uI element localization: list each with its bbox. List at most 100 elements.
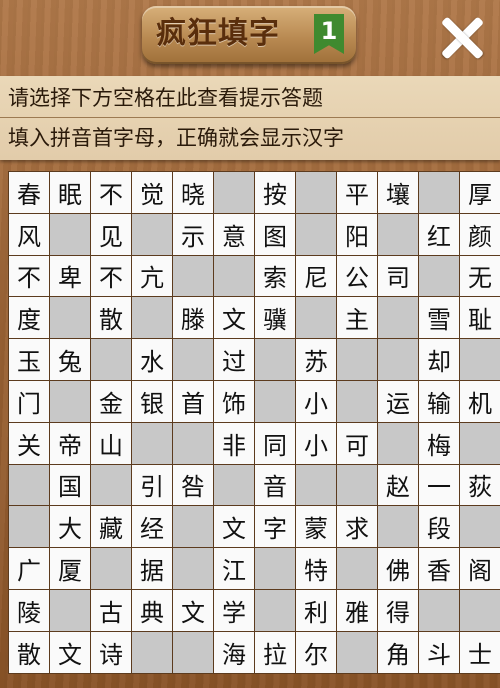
crossword-cell[interactable]: 水 bbox=[132, 339, 172, 380]
crossword-cell[interactable]: 古 bbox=[91, 589, 131, 631]
crossword-cell[interactable]: 壤 bbox=[378, 172, 418, 213]
game-title: 疯狂填字 bbox=[156, 16, 280, 51]
crossword-cell[interactable]: 图 bbox=[255, 213, 295, 255]
crossword-cell[interactable]: 同 bbox=[255, 422, 295, 464]
crossword-cell[interactable]: 苏 bbox=[296, 339, 336, 380]
crossword-cell[interactable]: 滕 bbox=[173, 297, 213, 339]
crossword-cell[interactable]: 过 bbox=[214, 339, 254, 380]
crossword-cell[interactable]: 饰 bbox=[214, 380, 254, 422]
crossword-cell[interactable]: 无 bbox=[460, 255, 500, 297]
crossword-cell[interactable]: 蒙 bbox=[296, 506, 336, 548]
crossword-cell[interactable]: 首 bbox=[173, 380, 213, 422]
crossword-cell[interactable]: 尼 bbox=[296, 255, 336, 297]
crossword-cell[interactable]: 陵 bbox=[9, 589, 49, 631]
crossword-cell[interactable]: 公 bbox=[337, 255, 377, 297]
crossword-cell[interactable]: 音 bbox=[255, 464, 295, 506]
crossword-cell[interactable]: 阳 bbox=[337, 213, 377, 255]
crossword-cell[interactable]: 兔 bbox=[50, 339, 90, 380]
crossword-cell[interactable]: 阁 bbox=[460, 548, 500, 589]
crossword-cell[interactable]: 耻 bbox=[460, 297, 500, 339]
crossword-cell[interactable]: 散 bbox=[91, 297, 131, 339]
crossword-cell[interactable]: 主 bbox=[337, 297, 377, 339]
crossword-cell[interactable]: 角 bbox=[378, 631, 418, 673]
crossword-cell[interactable]: 山 bbox=[91, 422, 131, 464]
crossword-cell[interactable]: 小 bbox=[296, 422, 336, 464]
crossword-cell[interactable]: 求 bbox=[337, 506, 377, 548]
crossword-cell[interactable]: 门 bbox=[9, 380, 49, 422]
crossword-cell[interactable]: 文 bbox=[214, 506, 254, 548]
crossword-cell[interactable]: 拉 bbox=[255, 631, 295, 673]
crossword-cell[interactable]: 示 bbox=[173, 213, 213, 255]
crossword-cell[interactable]: 春 bbox=[9, 172, 49, 213]
crossword-cell[interactable]: 梅 bbox=[419, 422, 459, 464]
crossword-cell[interactable]: 按 bbox=[255, 172, 295, 213]
crossword-cell[interactable]: 典 bbox=[132, 589, 172, 631]
crossword-cell[interactable]: 玉 bbox=[9, 339, 49, 380]
crossword-cell[interactable]: 不 bbox=[9, 255, 49, 297]
crossword-cell[interactable]: 国 bbox=[50, 464, 90, 506]
crossword-cell[interactable]: 佛 bbox=[378, 548, 418, 589]
crossword-cell[interactable]: 香 bbox=[419, 548, 459, 589]
crossword-cell[interactable]: 帝 bbox=[50, 422, 90, 464]
crossword-cell[interactable]: 大 bbox=[50, 506, 90, 548]
crossword-cell[interactable]: 金 bbox=[91, 380, 131, 422]
crossword-cell[interactable]: 据 bbox=[132, 548, 172, 589]
crossword-cell[interactable]: 不 bbox=[91, 172, 131, 213]
crossword-cell[interactable]: 平 bbox=[337, 172, 377, 213]
crossword-cell[interactable]: 咎 bbox=[173, 464, 213, 506]
crossword-cell[interactable]: 散 bbox=[9, 631, 49, 673]
blocked-cell bbox=[337, 464, 377, 506]
crossword-cell[interactable]: 赵 bbox=[378, 464, 418, 506]
crossword-cell[interactable]: 引 bbox=[132, 464, 172, 506]
crossword-cell[interactable]: 卑 bbox=[50, 255, 90, 297]
crossword-cell[interactable]: 一 bbox=[419, 464, 459, 506]
crossword-cell[interactable]: 小 bbox=[296, 380, 336, 422]
crossword-cell[interactable]: 意 bbox=[214, 213, 254, 255]
crossword-cell[interactable]: 可 bbox=[337, 422, 377, 464]
crossword-cell[interactable]: 输 bbox=[419, 380, 459, 422]
crossword-cell[interactable]: 文 bbox=[173, 589, 213, 631]
crossword-cell[interactable]: 广 bbox=[9, 548, 49, 589]
crossword-cell[interactable]: 士 bbox=[460, 631, 500, 673]
crossword-cell[interactable]: 尔 bbox=[296, 631, 336, 673]
crossword-cell[interactable]: 晓 bbox=[173, 172, 213, 213]
crossword-cell[interactable]: 藏 bbox=[91, 506, 131, 548]
crossword-cell[interactable]: 觉 bbox=[132, 172, 172, 213]
crossword-cell[interactable]: 雅 bbox=[337, 589, 377, 631]
crossword-cell[interactable]: 司 bbox=[378, 255, 418, 297]
crossword-cell[interactable]: 颜 bbox=[460, 213, 500, 255]
crossword-cell[interactable]: 度 bbox=[9, 297, 49, 339]
crossword-cell[interactable]: 亢 bbox=[132, 255, 172, 297]
crossword-cell[interactable]: 学 bbox=[214, 589, 254, 631]
crossword-cell[interactable]: 却 bbox=[419, 339, 459, 380]
crossword-cell[interactable]: 非 bbox=[214, 422, 254, 464]
crossword-cell[interactable]: 利 bbox=[296, 589, 336, 631]
crossword-cell[interactable]: 段 bbox=[419, 506, 459, 548]
crossword-cell[interactable]: 海 bbox=[214, 631, 254, 673]
crossword-cell[interactable]: 字 bbox=[255, 506, 295, 548]
crossword-cell[interactable]: 银 bbox=[132, 380, 172, 422]
crossword-cell[interactable]: 关 bbox=[9, 422, 49, 464]
crossword-cell[interactable]: 眠 bbox=[50, 172, 90, 213]
crossword-cell[interactable]: 荻 bbox=[460, 464, 500, 506]
crossword-cell[interactable]: 运 bbox=[378, 380, 418, 422]
crossword-cell[interactable]: 特 bbox=[296, 548, 336, 589]
crossword-cell[interactable]: 厦 bbox=[50, 548, 90, 589]
crossword-cell[interactable]: 文 bbox=[50, 631, 90, 673]
crossword-cell[interactable]: 诗 bbox=[91, 631, 131, 673]
crossword-cell[interactable]: 雪 bbox=[419, 297, 459, 339]
crossword-cell[interactable]: 厚 bbox=[460, 172, 500, 213]
close-icon[interactable] bbox=[438, 14, 486, 62]
crossword-cell[interactable]: 不 bbox=[91, 255, 131, 297]
crossword-cell[interactable]: 骥 bbox=[255, 297, 295, 339]
crossword-cell[interactable]: 文 bbox=[214, 297, 254, 339]
crossword-cell[interactable]: 得 bbox=[378, 589, 418, 631]
crossword-cell[interactable]: 索 bbox=[255, 255, 295, 297]
crossword-cell[interactable]: 斗 bbox=[419, 631, 459, 673]
crossword-cell[interactable]: 江 bbox=[214, 548, 254, 589]
crossword-cell[interactable]: 红 bbox=[419, 213, 459, 255]
crossword-cell[interactable]: 风 bbox=[9, 213, 49, 255]
crossword-cell[interactable]: 机 bbox=[460, 380, 500, 422]
crossword-cell[interactable]: 见 bbox=[91, 213, 131, 255]
crossword-cell[interactable]: 经 bbox=[132, 506, 172, 548]
